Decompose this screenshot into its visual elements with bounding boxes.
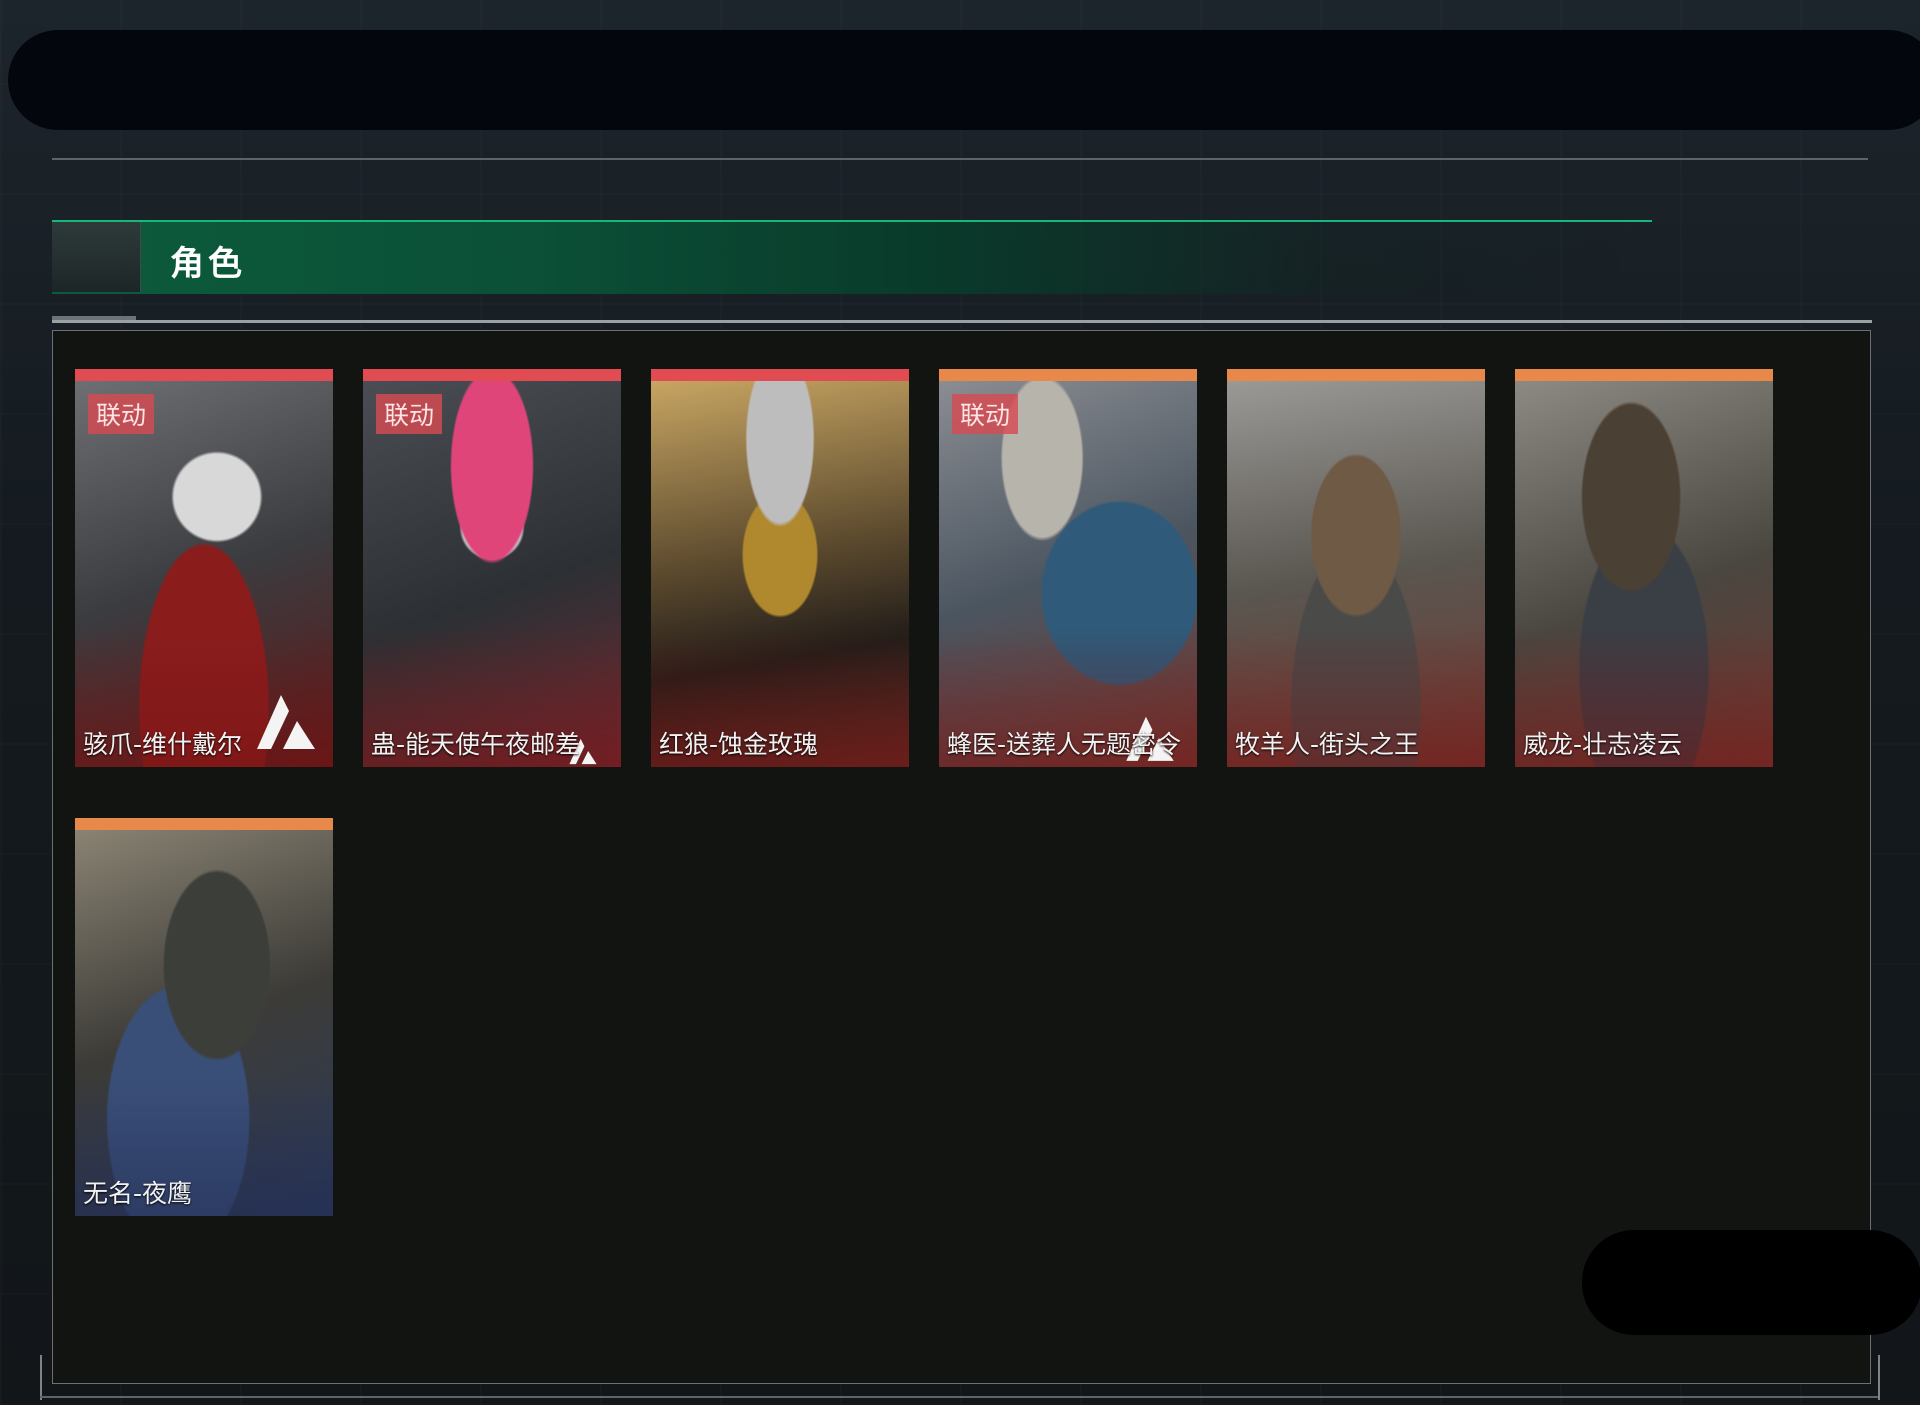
- frame-line: [40, 1396, 1880, 1398]
- rarity-bar: [651, 369, 909, 381]
- divider: [52, 320, 1872, 323]
- divider: [52, 158, 1868, 160]
- section-header: [52, 220, 1652, 294]
- character-card[interactable]: 联动 蛊-能天使午夜邮差: [363, 369, 621, 767]
- collab-badge: 联动: [376, 394, 443, 434]
- frame-corner: [1878, 1355, 1880, 1400]
- frame-corner: [40, 1355, 42, 1400]
- character-grid-panel: 联动 骇爪-维什戴尔 联动 蛊-能天使午夜邮差 红狼-蚀金玫瑰 联动 蜂医-送葬…: [52, 330, 1871, 1384]
- character-card[interactable]: 无名-夜鹰: [75, 818, 333, 1216]
- character-card[interactable]: 联动 蜂医-送葬人无题密令: [939, 369, 1197, 767]
- collab-badge: 联动: [952, 394, 1019, 434]
- collab-badge: 联动: [88, 394, 155, 434]
- redacted-bottom-button: [1582, 1230, 1920, 1335]
- divider-accent: [52, 316, 136, 320]
- character-name: 骇爪-维什戴尔: [83, 730, 243, 759]
- character-card[interactable]: 联动 骇爪-维什戴尔: [75, 369, 333, 767]
- character-card[interactable]: 红狼-蚀金玫瑰: [651, 369, 909, 767]
- rarity-bar: [75, 818, 333, 830]
- rarity-bar: [939, 369, 1197, 381]
- character-card[interactable]: 威龙-壮志凌云: [1515, 369, 1773, 767]
- redacted-top-bar: [8, 30, 1920, 130]
- character-name: 蜂医-送葬人无题密令: [947, 730, 1182, 759]
- character-name: 牧羊人-街头之王: [1235, 730, 1420, 759]
- section-title: 角色: [170, 244, 246, 284]
- character-card[interactable]: 牧羊人-街头之王: [1227, 369, 1485, 767]
- rarity-bar: [363, 369, 621, 381]
- character-name: 红狼-蚀金玫瑰: [659, 730, 819, 759]
- rarity-bar: [1515, 369, 1773, 381]
- collab-logo-icon: [257, 695, 315, 749]
- character-name: 蛊-能天使午夜邮差: [371, 730, 581, 759]
- character-name: 无名-夜鹰: [83, 1179, 193, 1208]
- rarity-bar: [1227, 369, 1485, 381]
- character-name: 威龙-壮志凌云: [1523, 730, 1683, 759]
- rarity-bar: [75, 369, 333, 381]
- section-header-marker: [52, 222, 141, 292]
